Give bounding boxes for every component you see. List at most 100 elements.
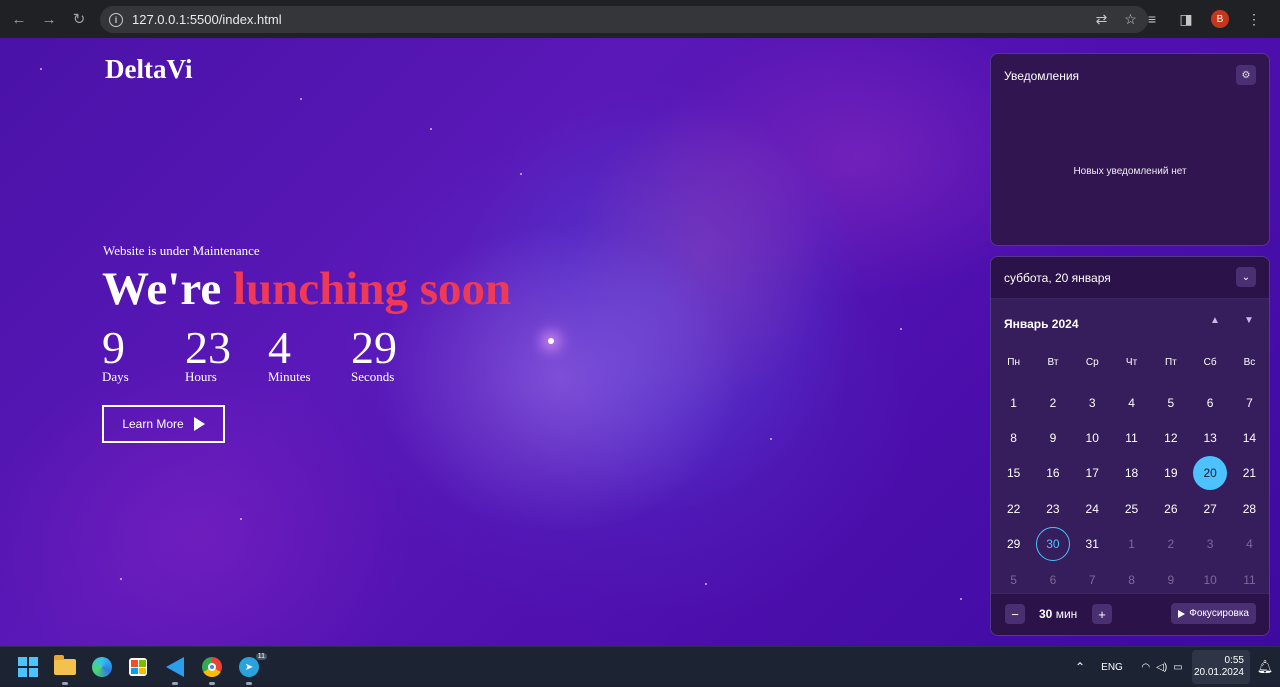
learn-more-label: Learn More [122,417,184,431]
calendar-day-number: 4 [1246,537,1253,552]
calendar-day[interactable]: 17 [1073,456,1112,491]
taskbar-store[interactable] [124,653,152,681]
quick-settings-button[interactable]: ◠ ◁) ▭ [1132,662,1192,673]
triangle-down-icon: ▼ [1244,315,1254,326]
calendar-day[interactable]: 25 [1112,491,1151,526]
calendar-day-number: 15 [1006,466,1021,481]
clock-button[interactable]: 0:55 20.01.2024 [1192,650,1250,684]
calendar-day[interactable]: 22 [994,491,1033,526]
countdown-label: Days [102,369,129,384]
site-logo[interactable]: DeltaVi [105,54,192,85]
calendar-day[interactable]: 27 [1190,491,1229,526]
calendar-day[interactable]: 1 [1112,527,1151,562]
next-month-button[interactable]: ▼ [1239,315,1259,326]
calendar-day[interactable]: 5 [1151,385,1190,420]
calendar-day[interactable]: 21 [1230,456,1269,491]
notification-bell-button[interactable]: 🔔︎ [1250,659,1280,675]
reading-list-icon[interactable]: ≡ [1138,5,1166,33]
menu-kebab-icon[interactable]: ⋮ [1240,5,1268,33]
calendar-body: Январь 2024 ▲ ▼ Пн Вт Ср Чт Пт Сб Вс 123456789… [991,299,1269,595]
language-indicator[interactable]: ENG [1092,662,1132,673]
calendar-day[interactable]: 2 [1151,527,1190,562]
focus-value: 30 [1039,607,1053,621]
calendar-day-number: 6 [1049,572,1057,587]
taskbar-edge[interactable] [88,653,116,681]
month-label[interactable]: Январь 2024 [1004,317,1079,331]
calendar-day[interactable]: 29 [994,527,1033,562]
calendar-day[interactable]: 14 [1230,420,1269,455]
calendar-day[interactable]: 31 [1073,527,1112,562]
calendar-day-number: 5 [1167,395,1175,410]
site-info-icon[interactable]: i [109,12,123,27]
profile-button[interactable]: B [1206,5,1234,33]
calendar-day-number: 12 [1164,431,1178,446]
notification-settings-icon[interactable]: ⚙ [1236,65,1256,85]
calendar-day-number: 2 [1049,395,1057,410]
side-panel-icon[interactable]: ◨ [1172,5,1200,33]
focus-start-button[interactable]: Фокусировка [1171,603,1256,624]
taskbar-vscode[interactable] [161,653,189,685]
taskbar-file-explorer[interactable] [51,653,79,685]
calendar-day[interactable]: 30 [1033,527,1072,562]
calendar-day-number: 7 [1246,395,1253,410]
previous-month-button[interactable]: ▲ [1205,315,1225,326]
calendar-day[interactable]: 15 [994,456,1033,491]
address-bar[interactable]: i 127.0.0.1:5500/index.html ⇄ ☆ [100,6,1148,33]
calendar-day[interactable]: 19 [1151,456,1190,491]
calendar-day[interactable]: 3 [1073,385,1112,420]
calendar-day[interactable]: 1 [994,385,1033,420]
file-explorer-icon [54,655,76,675]
notification-panel: Уведомления ⚙ Новых уведомлений нет [990,53,1270,246]
decrease-focus-button[interactable]: − [1005,604,1025,624]
calendar-day[interactable]: 10 [1073,420,1112,455]
focus-button-label: Фокусировка [1189,608,1249,619]
countdown-seconds: 29 Seconds [351,325,397,384]
notifications-title: Уведомления [1004,69,1080,83]
calendar-day[interactable]: 7 [1230,385,1269,420]
play-icon [1178,609,1186,618]
weekday-row: Пн Вт Ср Чт Пт Сб Вс [994,357,1269,368]
taskbar-telegram[interactable]: ➤ 11 [235,653,267,685]
calendar-day[interactable]: 4 [1112,385,1151,420]
calendar-day[interactable]: 24 [1073,491,1112,526]
clock-date: 20.01.2024 [1193,667,1244,678]
calendar-day[interactable]: 2 [1033,385,1072,420]
reload-icon: ↻ [72,11,86,28]
calendar-day[interactable]: 26 [1151,491,1190,526]
taskbar-chrome[interactable] [198,653,226,685]
forward-button[interactable]: → [34,4,64,34]
calendar-day[interactable]: 3 [1190,527,1229,562]
edge-icon [92,657,112,677]
collapse-calendar-button[interactable]: ⌄ [1236,267,1256,287]
start-button[interactable] [14,653,42,681]
calendar-day[interactable]: 12 [1151,420,1190,455]
countdown-label: Hours [185,369,217,384]
weekday-label: Сб [1203,357,1217,368]
calendar-day[interactable]: 23 [1033,491,1072,526]
calendar-day[interactable]: 16 [1033,456,1072,491]
plus-icon: + [1098,606,1106,622]
calendar-day[interactable]: 13 [1190,420,1229,455]
show-hidden-icons-button[interactable]: ⌃ [1068,660,1092,674]
calendar-day[interactable]: 6 [1190,385,1229,420]
chevron-down-icon: ⌄ [1241,271,1251,283]
reload-button[interactable]: ↻ [64,4,94,34]
calendar-day-number: 16 [1046,466,1060,481]
translate-icon[interactable]: ⇄ [1092,10,1111,29]
calendar-day[interactable]: 11 [1112,420,1151,455]
browser-toolbar: ← → ↻ i 127.0.0.1:5500/index.html ⇄ ☆ ≡ … [0,0,1280,38]
increase-focus-button[interactable]: + [1092,604,1112,624]
headline-accent: lunching soon [232,263,512,315]
countdown-label: Seconds [351,369,395,384]
calendar-day[interactable]: 9 [1033,420,1072,455]
back-button[interactable]: ← [4,4,34,34]
calendar-day[interactable]: 4 [1230,527,1269,562]
calendar-day-number: 10 [1203,572,1217,587]
calendar-day[interactable]: 28 [1230,491,1269,526]
weekday-label: Ср [1085,357,1099,368]
calendar-day[interactable]: 8 [994,420,1033,455]
calendar-day[interactable]: 20 [1190,456,1229,491]
calendar-day[interactable]: 18 [1112,456,1151,491]
learn-more-button[interactable]: Learn More [102,405,225,443]
weekday-label: Вс [1243,357,1256,368]
